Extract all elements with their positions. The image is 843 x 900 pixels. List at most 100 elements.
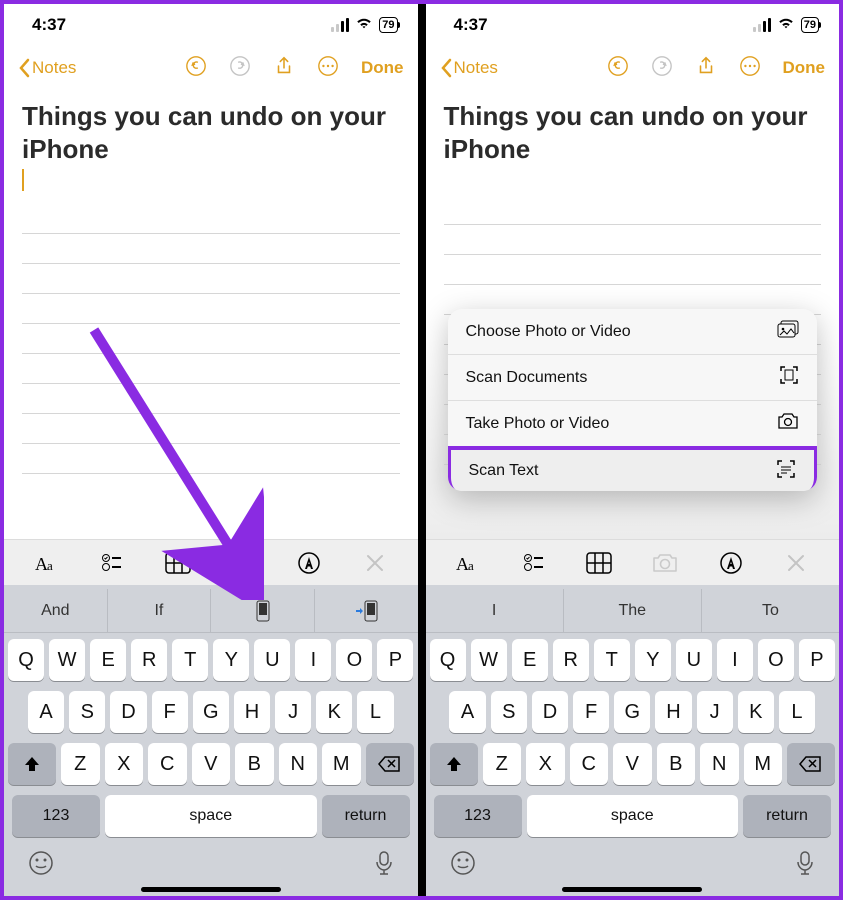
key[interactable]: D bbox=[110, 691, 146, 733]
key[interactable]: D bbox=[532, 691, 568, 733]
key[interactable]: Z bbox=[61, 743, 100, 785]
emoji-button[interactable] bbox=[28, 850, 54, 881]
key[interactable]: T bbox=[172, 639, 208, 681]
note-body[interactable]: Things you can undo on your iPhone bbox=[4, 90, 418, 539]
camera-button[interactable] bbox=[224, 543, 264, 583]
suggestion[interactable]: If bbox=[107, 589, 211, 632]
key[interactable]: U bbox=[254, 639, 290, 681]
key[interactable]: H bbox=[234, 691, 270, 733]
numbers-key[interactable]: 123 bbox=[434, 795, 522, 837]
return-key[interactable]: return bbox=[322, 795, 410, 837]
key[interactable]: Q bbox=[430, 639, 466, 681]
more-icon[interactable] bbox=[739, 55, 761, 82]
backspace-key[interactable] bbox=[366, 743, 414, 785]
key[interactable]: S bbox=[69, 691, 105, 733]
shift-key[interactable] bbox=[430, 743, 478, 785]
key[interactable]: T bbox=[594, 639, 630, 681]
close-keyboard-button[interactable] bbox=[776, 543, 816, 583]
key[interactable]: L bbox=[779, 691, 815, 733]
key[interactable]: V bbox=[192, 743, 231, 785]
key[interactable]: V bbox=[613, 743, 652, 785]
text-style-button[interactable]: Aa bbox=[448, 543, 488, 583]
key[interactable]: A bbox=[449, 691, 485, 733]
key[interactable]: E bbox=[90, 639, 126, 681]
checklist-button[interactable] bbox=[92, 543, 132, 583]
key[interactable]: A bbox=[28, 691, 64, 733]
suggestion[interactable]: To bbox=[701, 589, 839, 632]
numbers-key[interactable]: 123 bbox=[12, 795, 100, 837]
back-button[interactable]: Notes bbox=[440, 58, 498, 78]
backspace-key[interactable] bbox=[787, 743, 835, 785]
key[interactable]: G bbox=[193, 691, 229, 733]
key[interactable]: F bbox=[573, 691, 609, 733]
key[interactable]: C bbox=[148, 743, 187, 785]
table-button[interactable] bbox=[158, 543, 198, 583]
key[interactable]: G bbox=[614, 691, 650, 733]
text-style-button[interactable]: Aa bbox=[27, 543, 67, 583]
suggestion[interactable]: The bbox=[563, 589, 701, 632]
home-indicator[interactable] bbox=[141, 887, 281, 892]
suggestion[interactable]: And bbox=[4, 589, 107, 632]
back-button[interactable]: Notes bbox=[18, 58, 76, 78]
key[interactable]: L bbox=[357, 691, 393, 733]
key[interactable]: W bbox=[471, 639, 507, 681]
space-key[interactable]: space bbox=[527, 795, 739, 837]
menu-take-photo[interactable]: Take Photo or Video bbox=[448, 401, 818, 447]
markup-button[interactable] bbox=[289, 543, 329, 583]
key[interactable]: Y bbox=[213, 639, 249, 681]
suggestion[interactable]: I bbox=[426, 589, 563, 632]
key[interactable]: K bbox=[738, 691, 774, 733]
done-button[interactable]: Done bbox=[361, 58, 404, 78]
key[interactable]: F bbox=[152, 691, 188, 733]
key[interactable]: B bbox=[657, 743, 696, 785]
key[interactable]: W bbox=[49, 639, 85, 681]
checklist-button[interactable] bbox=[514, 543, 554, 583]
key[interactable]: I bbox=[717, 639, 753, 681]
key[interactable]: M bbox=[322, 743, 361, 785]
key[interactable]: K bbox=[316, 691, 352, 733]
key[interactable]: X bbox=[526, 743, 565, 785]
space-key[interactable]: space bbox=[105, 795, 317, 837]
key[interactable]: J bbox=[697, 691, 733, 733]
key[interactable]: U bbox=[676, 639, 712, 681]
key[interactable]: B bbox=[235, 743, 274, 785]
menu-choose-photo[interactable]: Choose Photo or Video bbox=[448, 309, 818, 355]
key[interactable]: J bbox=[275, 691, 311, 733]
dictation-button[interactable] bbox=[374, 850, 394, 881]
key[interactable]: O bbox=[336, 639, 372, 681]
menu-scan-text[interactable]: Scan Text bbox=[448, 446, 818, 491]
table-button[interactable] bbox=[579, 543, 619, 583]
key[interactable]: Q bbox=[8, 639, 44, 681]
note-body[interactable]: Things you can undo on your iPhone Choos… bbox=[426, 90, 840, 539]
shift-key[interactable] bbox=[8, 743, 56, 785]
share-icon[interactable] bbox=[273, 55, 295, 82]
close-keyboard-button[interactable] bbox=[355, 543, 395, 583]
more-icon[interactable] bbox=[317, 55, 339, 82]
markup-button[interactable] bbox=[711, 543, 751, 583]
key[interactable]: E bbox=[512, 639, 548, 681]
key[interactable]: P bbox=[799, 639, 835, 681]
home-indicator[interactable] bbox=[562, 887, 702, 892]
key[interactable]: R bbox=[553, 639, 589, 681]
camera-button[interactable] bbox=[645, 543, 685, 583]
done-button[interactable]: Done bbox=[783, 58, 826, 78]
undo-icon[interactable] bbox=[185, 55, 207, 82]
undo-icon[interactable] bbox=[607, 55, 629, 82]
key[interactable]: P bbox=[377, 639, 413, 681]
key[interactable]: I bbox=[295, 639, 331, 681]
key[interactable]: Z bbox=[483, 743, 522, 785]
key[interactable]: N bbox=[700, 743, 739, 785]
menu-scan-documents[interactable]: Scan Documents bbox=[448, 355, 818, 401]
return-key[interactable]: return bbox=[743, 795, 831, 837]
key[interactable]: S bbox=[491, 691, 527, 733]
share-icon[interactable] bbox=[695, 55, 717, 82]
key[interactable]: N bbox=[279, 743, 318, 785]
key[interactable]: Y bbox=[635, 639, 671, 681]
key[interactable]: O bbox=[758, 639, 794, 681]
key[interactable]: C bbox=[570, 743, 609, 785]
suggestion[interactable] bbox=[210, 589, 314, 632]
key[interactable]: X bbox=[105, 743, 144, 785]
key[interactable]: R bbox=[131, 639, 167, 681]
key[interactable]: M bbox=[744, 743, 783, 785]
emoji-button[interactable] bbox=[450, 850, 476, 881]
